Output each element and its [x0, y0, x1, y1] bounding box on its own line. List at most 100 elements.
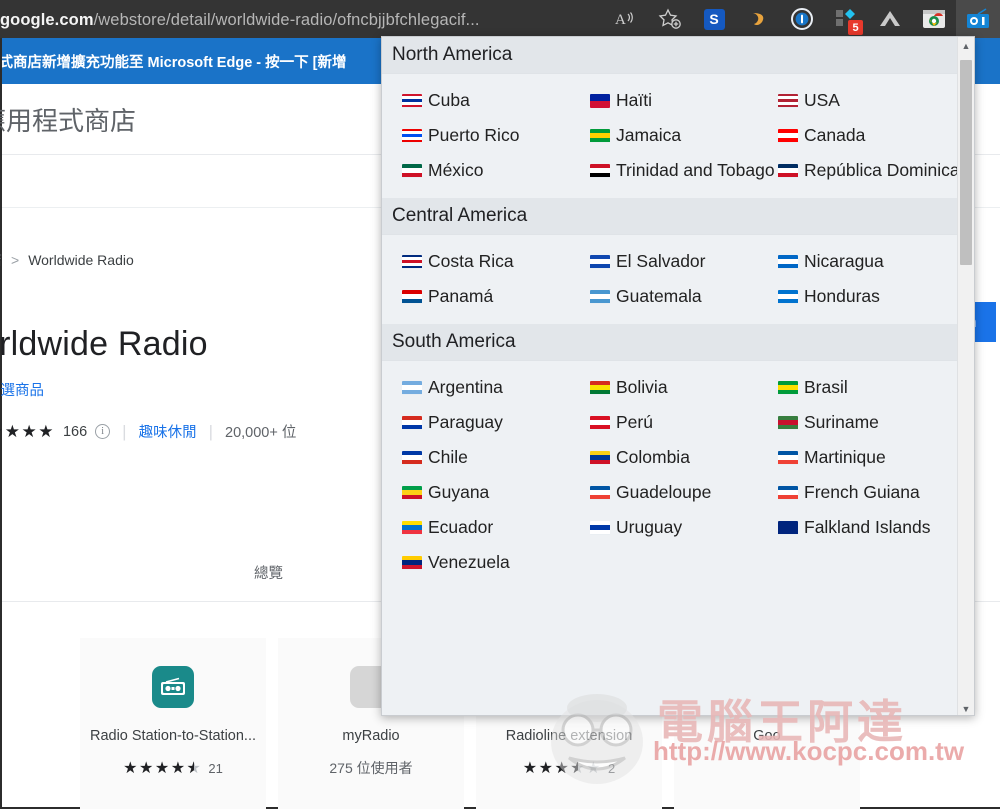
country-group-body: Costa Rica El Salvador Nicaragua Panamá Guat…: [382, 235, 974, 324]
country-item[interactable]: Panamá: [382, 279, 570, 314]
country-row: Cuba Haïti USA: [382, 83, 974, 118]
country-group-header: South America: [382, 324, 974, 361]
country-item[interactable]: Jamaica: [570, 118, 758, 153]
country-row: Argentina Bolivia Brasil: [382, 370, 974, 405]
nordvpn-icon[interactable]: [868, 0, 912, 38]
flag-icon: [402, 555, 422, 570]
related-card-users: 275 位使用者: [329, 760, 413, 776]
country-item[interactable]: Brasil: [758, 370, 946, 405]
country-label: Panamá: [428, 286, 494, 306]
extension-badge-icon[interactable]: 5: [824, 0, 868, 38]
country-item[interactable]: Costa Rica: [382, 244, 570, 279]
extension-s-icon[interactable]: S: [692, 0, 736, 38]
country-item[interactable]: Argentina: [382, 370, 570, 405]
related-card-title: myRadio: [342, 728, 400, 744]
country-item[interactable]: Perú: [570, 405, 758, 440]
country-item[interactable]: El Salvador: [570, 244, 758, 279]
country-label: Nicaragua: [804, 251, 884, 271]
country-item[interactable]: Haïti: [570, 83, 758, 118]
country-item[interactable]: Colombia: [570, 440, 758, 475]
country-item[interactable]: Trinidad and Tobago: [570, 153, 775, 188]
flag-icon: [590, 450, 610, 465]
country-label: Guyana: [428, 482, 490, 502]
country-label: USA: [804, 90, 840, 110]
country-dropdown-panel[interactable]: North America Cuba Haïti USA Puerto Rico Jama…: [381, 36, 975, 716]
country-label: Chile: [428, 447, 468, 467]
country-item[interactable]: Guatemala: [570, 279, 758, 314]
worldwide-radio-icon[interactable]: [956, 0, 1000, 38]
country-item[interactable]: Falkland Islands: [758, 510, 946, 545]
flag-icon: [590, 380, 610, 395]
flag-icon: [402, 415, 422, 430]
extension-badge-count: 5: [848, 20, 863, 35]
flag-icon: [402, 163, 422, 178]
country-label: Honduras: [804, 286, 880, 306]
country-label: Guadeloupe: [616, 482, 712, 502]
country-item[interactable]: Nicaragua: [758, 244, 946, 279]
tab-overview[interactable]: 總覽: [240, 562, 297, 583]
country-label: Paraguay: [428, 412, 503, 432]
scroll-down-arrow-icon[interactable]: ▼: [958, 700, 974, 715]
country-item[interactable]: Venezuela: [382, 545, 570, 580]
country-item[interactable]: Puerto Rico: [382, 118, 570, 153]
related-card-title: Radio Station-to-Station...: [89, 728, 257, 744]
flag-icon: [590, 163, 610, 178]
country-item[interactable]: Chile: [382, 440, 570, 475]
flag-icon: [590, 254, 610, 269]
chevron-right-icon: >: [11, 252, 20, 268]
chrome-window-icon[interactable]: [912, 0, 956, 38]
breadcrumb-home[interactable]: 店: [0, 250, 2, 270]
add-favorite-icon[interactable]: [648, 0, 692, 38]
country-item[interactable]: Guadeloupe: [570, 475, 758, 510]
flag-icon: [778, 93, 798, 108]
country-label: Cuba: [428, 90, 470, 110]
country-item[interactable]: Ecuador: [382, 510, 570, 545]
rating-count: 166: [62, 423, 88, 440]
svg-text:A: A: [615, 12, 626, 28]
flag-icon: [402, 380, 422, 395]
scroll-up-arrow-icon[interactable]: ▲: [958, 37, 974, 54]
rating-row: ★★★★ 166 i | 趣味休閒 | 20,000+ 位: [0, 421, 296, 442]
country-label: Falkland Islands: [804, 517, 931, 537]
address-bar[interactable]: google.com/webstore/detail/worldwide-rad…: [0, 8, 480, 32]
flag-icon: [590, 289, 610, 304]
featured-badge[interactable]: 精選商品: [0, 379, 44, 400]
flag-icon: [778, 380, 798, 395]
country-item[interactable]: México: [382, 153, 570, 188]
scrollbar-track[interactable]: [958, 54, 974, 700]
country-row: Panamá Guatemala Honduras: [382, 279, 974, 314]
country-item[interactable]: Martinique: [758, 440, 946, 475]
radio-boombox-icon: [152, 666, 194, 708]
category-link[interactable]: 趣味休閒: [139, 421, 197, 442]
country-label: French Guiana: [804, 482, 920, 502]
country-item[interactable]: República Dominicana: [758, 153, 974, 188]
scrollbar-thumb[interactable]: [960, 60, 972, 265]
flag-icon: [778, 415, 798, 430]
country-item[interactable]: USA: [758, 83, 946, 118]
country-label: Argentina: [428, 377, 503, 397]
country-item[interactable]: Suriname: [758, 405, 946, 440]
extension-comma-icon[interactable]: [736, 0, 780, 38]
country-label: Brasil: [804, 377, 848, 397]
country-item[interactable]: Canada: [758, 118, 946, 153]
rating-stars: ★★★★: [0, 421, 55, 441]
country-item[interactable]: Bolivia: [570, 370, 758, 405]
country-row: Chile Colombia Martinique: [382, 440, 974, 475]
related-card[interactable]: Radio Station-to-Station... ★★★★★★ 21: [80, 638, 266, 809]
flag-icon: [590, 520, 610, 535]
country-item[interactable]: Paraguay: [382, 405, 570, 440]
country-item[interactable]: Guyana: [382, 475, 570, 510]
country-label: Jamaica: [616, 125, 682, 145]
flag-icon: [402, 289, 422, 304]
country-item[interactable]: Uruguay: [570, 510, 758, 545]
country-item[interactable]: Cuba: [382, 83, 570, 118]
onepassword-icon[interactable]: [780, 0, 824, 38]
url-path: /webstore/detail/worldwide-radio/ofncbjj…: [93, 10, 480, 29]
info-icon[interactable]: i: [95, 424, 111, 439]
read-aloud-icon[interactable]: A: [604, 0, 648, 38]
related-card-title: Radioline extension: [505, 728, 633, 744]
country-item[interactable]: French Guiana: [758, 475, 946, 510]
country-item[interactable]: Honduras: [758, 279, 946, 314]
popup-scrollbar[interactable]: ▲ ▼: [957, 37, 974, 715]
flag-icon: [590, 128, 610, 143]
